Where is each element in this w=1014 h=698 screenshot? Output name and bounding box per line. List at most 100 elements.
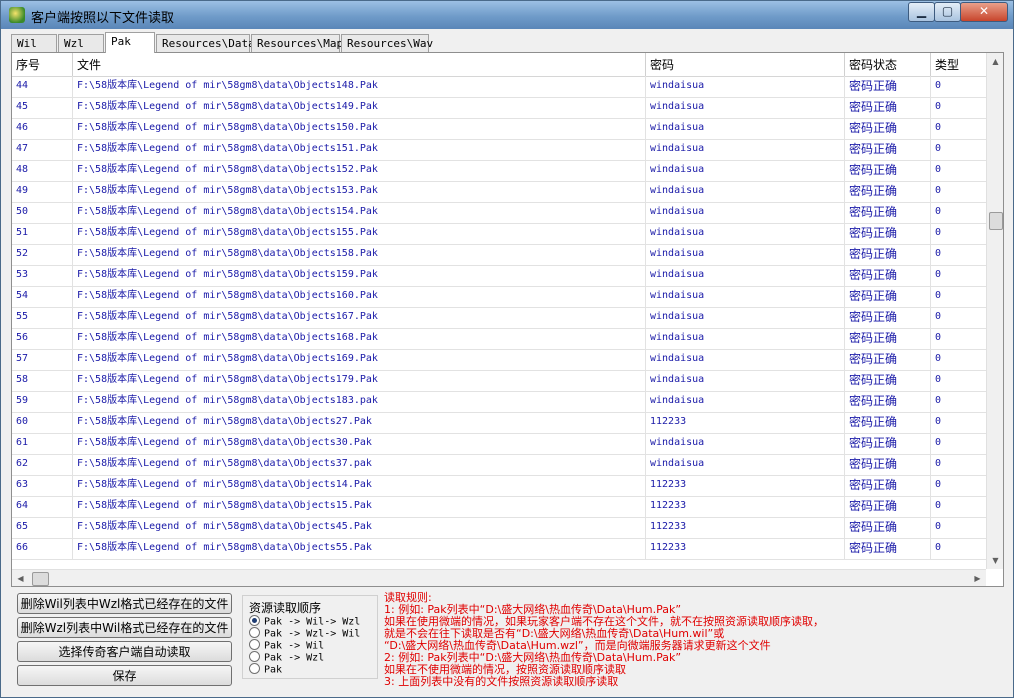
cell-file: F:\58版本库\Legend of mir\58gm8\data\Object… bbox=[73, 370, 646, 391]
vertical-scrollbar[interactable]: ▲ ▼ bbox=[986, 53, 1003, 569]
read-order-option-label: Pak bbox=[264, 664, 283, 676]
table-row[interactable]: 59 F:\58版本库\Legend of mir\58gm8\data\Obje… bbox=[12, 391, 987, 413]
table-row[interactable]: 53 F:\58版本库\Legend of mir\58gm8\data\Obje… bbox=[12, 265, 987, 287]
column-header-password[interactable]: 密码 bbox=[646, 53, 845, 76]
rule-line: 3: 上面列表中没有的文件按照资源读取顺序读取 bbox=[384, 675, 619, 688]
cell-password-status: 密码正确 bbox=[845, 118, 931, 139]
read-order-option[interactable]: Pak bbox=[249, 663, 283, 676]
cell-type: 0 bbox=[931, 244, 987, 265]
cell-password: windaisua bbox=[646, 265, 845, 286]
cell-password: windaisua bbox=[646, 286, 845, 307]
cell-file: F:\58版本库\Legend of mir\58gm8\data\Object… bbox=[73, 307, 646, 328]
table-row[interactable]: 49 F:\58版本库\Legend of mir\58gm8\data\Obje… bbox=[12, 181, 987, 203]
read-order-option[interactable]: Pak -> Wil-> Wzl bbox=[249, 615, 360, 628]
cell-password: windaisua bbox=[646, 391, 845, 412]
tab-resources-map[interactable]: Resources\Map bbox=[251, 34, 343, 52]
column-header-type[interactable]: 类型 bbox=[931, 53, 987, 76]
cell-type: 0 bbox=[931, 265, 987, 286]
delete-wzl-duplicates-button[interactable]: 删除Wzl列表中Wil格式已经存在的文件 bbox=[17, 617, 232, 638]
cell-type: 0 bbox=[931, 391, 987, 412]
radio-button-icon[interactable] bbox=[249, 615, 260, 626]
table-row[interactable]: 57 F:\58版本库\Legend of mir\58gm8\data\Obje… bbox=[12, 349, 987, 371]
cell-index: 50 bbox=[12, 202, 73, 223]
table-row[interactable]: 64 F:\58版本库\Legend of mir\58gm8\data\Obje… bbox=[12, 496, 987, 518]
window-title: 客户端按照以下文件读取 bbox=[31, 11, 175, 26]
cell-password: 112233 bbox=[646, 496, 845, 517]
cell-index: 61 bbox=[12, 433, 73, 454]
table-row[interactable]: 48 F:\58版本库\Legend of mir\58gm8\data\Obje… bbox=[12, 160, 987, 182]
cell-password-status: 密码正确 bbox=[845, 286, 931, 307]
cell-index: 51 bbox=[12, 223, 73, 244]
cell-password: 112233 bbox=[646, 475, 845, 496]
table-row[interactable]: 62 F:\58版本库\Legend of mir\58gm8\data\Obje… bbox=[12, 454, 987, 476]
radio-button-icon[interactable] bbox=[249, 651, 260, 662]
table-row[interactable]: 46 F:\58版本库\Legend of mir\58gm8\data\Obje… bbox=[12, 118, 987, 140]
cell-password: 112233 bbox=[646, 412, 845, 433]
table-row[interactable]: 66 F:\58版本库\Legend of mir\58gm8\data\Obje… bbox=[12, 538, 987, 560]
cell-index: 59 bbox=[12, 391, 73, 412]
tab-pak[interactable]: Pak bbox=[105, 32, 155, 53]
scroll-up-arrow-icon[interactable]: ▲ bbox=[987, 53, 1003, 70]
cell-password-status: 密码正确 bbox=[845, 97, 931, 118]
cell-password-status: 密码正确 bbox=[845, 454, 931, 475]
cell-file: F:\58版本库\Legend of mir\58gm8\data\Object… bbox=[73, 139, 646, 160]
table-row[interactable]: 44 F:\58版本库\Legend of mir\58gm8\data\Obje… bbox=[12, 76, 987, 98]
table-row[interactable]: 55 F:\58版本库\Legend of mir\58gm8\data\Obje… bbox=[12, 307, 987, 329]
cell-index: 46 bbox=[12, 118, 73, 139]
radio-button-icon[interactable] bbox=[249, 639, 260, 650]
cell-password-status: 密码正确 bbox=[845, 370, 931, 391]
delete-wil-duplicates-button[interactable]: 删除Wil列表中Wzl格式已经存在的文件 bbox=[17, 593, 232, 614]
close-button[interactable]: ✕ bbox=[960, 2, 1008, 22]
maximize-button[interactable]: ▢ bbox=[934, 2, 961, 22]
cell-file: F:\58版本库\Legend of mir\58gm8\data\Object… bbox=[73, 76, 646, 97]
table-row[interactable]: 47 F:\58版本库\Legend of mir\58gm8\data\Obje… bbox=[12, 139, 987, 161]
table-row[interactable]: 51 F:\58版本库\Legend of mir\58gm8\data\Obje… bbox=[12, 223, 987, 245]
table-row[interactable]: 54 F:\58版本库\Legend of mir\58gm8\data\Obje… bbox=[12, 286, 987, 308]
table-row[interactable]: 56 F:\58版本库\Legend of mir\58gm8\data\Obje… bbox=[12, 328, 987, 350]
cell-password: windaisua bbox=[646, 433, 845, 454]
table-header: 序号 文件 密码 密码状态 类型 bbox=[12, 53, 987, 77]
horizontal-scrollbar[interactable]: ◀ ▶ bbox=[12, 569, 986, 586]
tab-wzl[interactable]: Wzl bbox=[58, 34, 104, 52]
column-header-password-status[interactable]: 密码状态 bbox=[845, 53, 931, 76]
cell-password-status: 密码正确 bbox=[845, 349, 931, 370]
cell-index: 44 bbox=[12, 76, 73, 97]
tab-resources-wav[interactable]: Resources\Wav bbox=[341, 34, 433, 52]
table-row[interactable]: 45 F:\58版本库\Legend of mir\58gm8\data\Obje… bbox=[12, 97, 987, 119]
scroll-right-arrow-icon[interactable]: ▶ bbox=[969, 570, 986, 586]
scroll-down-arrow-icon[interactable]: ▼ bbox=[987, 552, 1003, 569]
cell-password-status: 密码正确 bbox=[845, 475, 931, 496]
table-row[interactable]: 60 F:\58版本库\Legend of mir\58gm8\data\Obje… bbox=[12, 412, 987, 434]
auto-select-client-button[interactable]: 选择传奇客户端自动读取 bbox=[17, 641, 232, 662]
cell-index: 66 bbox=[12, 538, 73, 559]
cell-password: windaisua bbox=[646, 139, 845, 160]
read-order-option[interactable]: Pak -> Wil bbox=[249, 639, 325, 652]
radio-button-icon[interactable] bbox=[249, 627, 260, 638]
table-row[interactable]: 52 F:\58版本库\Legend of mir\58gm8\data\Obje… bbox=[12, 244, 987, 266]
cell-password-status: 密码正确 bbox=[845, 496, 931, 517]
cell-file: F:\58版本库\Legend of mir\58gm8\data\Object… bbox=[73, 391, 646, 412]
scroll-left-arrow-icon[interactable]: ◀ bbox=[12, 570, 29, 586]
table-row[interactable]: 61 F:\58版本库\Legend of mir\58gm8\data\Obje… bbox=[12, 433, 987, 455]
column-header-index[interactable]: 序号 bbox=[12, 53, 73, 76]
read-order-option[interactable]: Pak -> Wzl bbox=[249, 651, 324, 664]
table-row[interactable]: 65 F:\58版本库\Legend of mir\58gm8\data\Obje… bbox=[12, 517, 987, 539]
cell-password-status: 密码正确 bbox=[845, 202, 931, 223]
table-row[interactable]: 63 F:\58版本库\Legend of mir\58gm8\data\Obje… bbox=[12, 475, 987, 497]
save-button[interactable]: 保存 bbox=[17, 665, 232, 686]
cell-type: 0 bbox=[931, 454, 987, 475]
tab-resources-data[interactable]: Resources\Data bbox=[156, 34, 255, 52]
vertical-scroll-thumb[interactable] bbox=[989, 212, 1003, 230]
table-row[interactable]: 50 F:\58版本库\Legend of mir\58gm8\data\Obje… bbox=[12, 202, 987, 224]
title-bar[interactable]: 客户端按照以下文件读取 ▁ ▢ ✕ bbox=[1, 1, 1013, 29]
column-header-file[interactable]: 文件 bbox=[73, 53, 646, 76]
table-row[interactable]: 58 F:\58版本库\Legend of mir\58gm8\data\Obje… bbox=[12, 370, 987, 392]
horizontal-scroll-thumb[interactable] bbox=[32, 572, 49, 586]
main-window: 客户端按照以下文件读取 ▁ ▢ ✕ Wil Wzl Pak Resources\… bbox=[0, 0, 1014, 698]
read-order-option[interactable]: Pak -> Wzl-> Wil bbox=[249, 627, 360, 640]
tab-wil[interactable]: Wil bbox=[11, 34, 57, 52]
read-order-option-label: Pak -> Wil bbox=[264, 640, 325, 652]
minimize-button[interactable]: ▁ bbox=[908, 2, 935, 22]
radio-button-icon[interactable] bbox=[249, 663, 260, 674]
cell-file: F:\58版本库\Legend of mir\58gm8\data\Object… bbox=[73, 97, 646, 118]
